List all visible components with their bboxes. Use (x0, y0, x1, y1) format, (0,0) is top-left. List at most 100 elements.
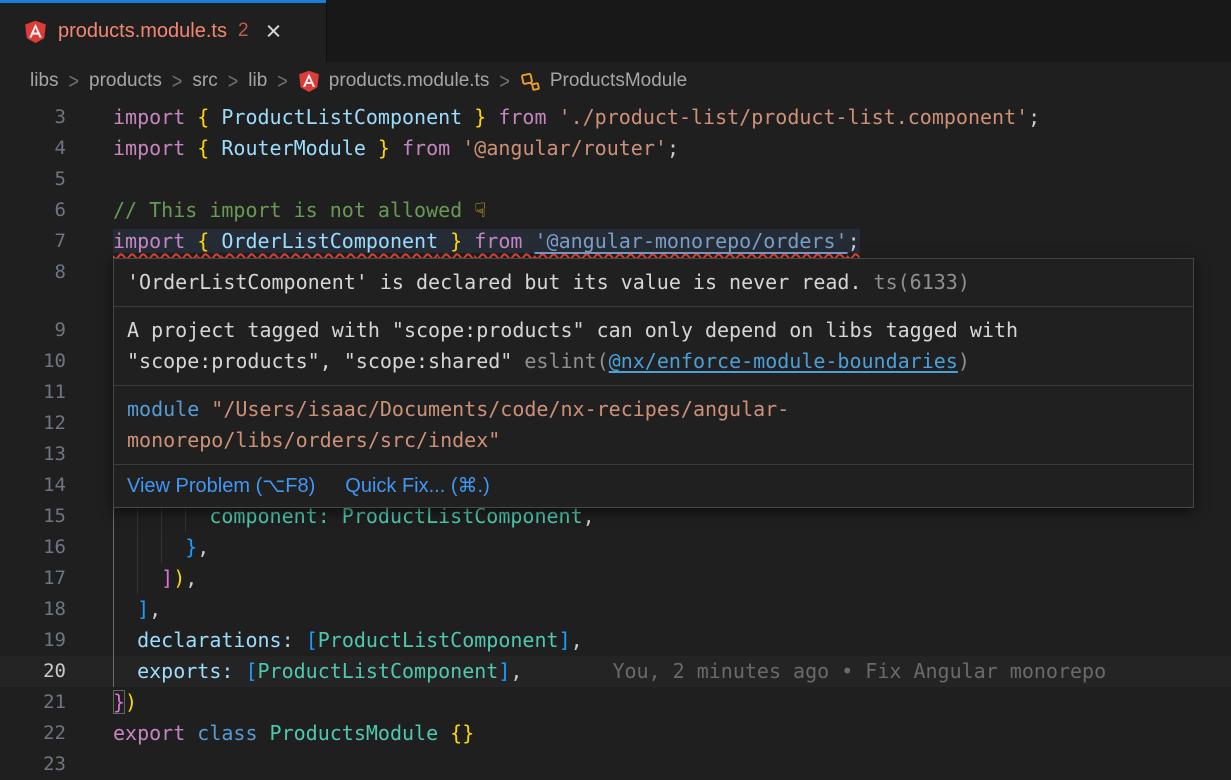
code-token: ) (173, 566, 185, 590)
code-token: OrderListComponent (221, 229, 438, 253)
breadcrumb-item-libs[interactable]: libs (30, 70, 59, 92)
line-number[interactable]: 13 (0, 439, 104, 470)
code-token: exports: (137, 659, 233, 683)
breadcrumb-item-label: products (89, 70, 162, 92)
quick-fix-link[interactable]: Quick Fix... (⌘.) (345, 471, 489, 501)
vscode-window: products.module.ts 2 × libs > products > src… (0, 0, 1231, 780)
breadcrumb: libs>products>src>lib>products.module.ts… (0, 62, 1231, 100)
line-content[interactable] (104, 164, 1231, 195)
breadcrumb-item-label: libs (30, 70, 59, 92)
active-indent-guide (113, 594, 114, 625)
line-content[interactable]: import { ProductListComponent } from './… (104, 102, 1231, 133)
line-number[interactable]: 7 (0, 226, 104, 257)
breadcrumb-item-products-module-ts[interactable]: products.module.ts (298, 70, 490, 92)
code-token: , (149, 597, 161, 621)
code-token: '@angular/router' (462, 136, 667, 160)
line-number[interactable]: 3 (0, 102, 104, 133)
code-token: ; (667, 136, 679, 160)
breadcrumb-item-src[interactable]: src (192, 70, 217, 92)
line-number[interactable]: 10 (0, 346, 104, 377)
breadcrumb-item-lib[interactable]: lib (248, 70, 267, 92)
line-number[interactable]: 9 (0, 315, 104, 346)
indent-guide (137, 563, 138, 594)
code-line-20: 20 exports: [ProductListComponent],You, … (0, 656, 1231, 687)
active-indent-guide (113, 625, 114, 656)
line-content[interactable]: ]), (104, 563, 1231, 594)
line-number[interactable]: 22 (0, 718, 104, 749)
breadcrumb-separator-icon: > (228, 68, 239, 94)
line-content[interactable]: }) (104, 687, 1231, 718)
line-content[interactable]: import { OrderListComponent } from '@ang… (104, 226, 1231, 257)
indent-guide (161, 532, 162, 563)
code-token: ProductListComponent (318, 628, 559, 652)
code-token: RouterModule (221, 136, 366, 160)
tab-bar: products.module.ts 2 × (0, 0, 1231, 62)
code-token: [ (245, 659, 257, 683)
hover-popup: 'OrderListComponent' is declared but its… (113, 258, 1194, 508)
line-number[interactable]: 16 (0, 532, 104, 563)
code-token: from (474, 229, 534, 253)
code-token: , (185, 566, 197, 590)
line-content[interactable]: export class ProductsModule {} (104, 718, 1231, 749)
hover-text-line: "scope:products", "scope:shared" eslint(… (127, 346, 1180, 377)
code-line-6: 6// This import is not allowed ☟ (0, 195, 1231, 226)
line-content[interactable]: declarations: [ProductListComponent], (104, 625, 1231, 656)
line-number[interactable]: 8 (0, 257, 104, 288)
line-content[interactable] (104, 749, 1231, 780)
hover-text: monorepo/libs/orders/src/index" (127, 428, 500, 452)
breadcrumb-item-products[interactable]: products (89, 70, 162, 92)
line-number[interactable]: 18 (0, 594, 104, 625)
breadcrumb-separator-icon: > (499, 68, 510, 94)
line-number[interactable]: 12 (0, 408, 104, 439)
line-number[interactable]: 17 (0, 563, 104, 594)
active-indent-guide (113, 656, 114, 687)
eslint-rule-link[interactable]: @nx/enforce-module-boundaries (609, 349, 958, 373)
hover-text: eslint( (524, 349, 608, 373)
code-token (233, 659, 245, 683)
close-icon[interactable]: × (266, 18, 282, 45)
hover-actions: View Problem (⌥F8) Quick Fix... (⌘.) (114, 465, 1193, 507)
code-token (113, 597, 137, 621)
line-content[interactable]: // This import is not allowed ☟ (104, 195, 1231, 226)
code-token: import (113, 136, 197, 160)
code-token: class (197, 721, 269, 745)
line-number[interactable]: 14 (0, 470, 104, 501)
code-token: { (197, 136, 221, 160)
code-token: ] (137, 597, 149, 621)
code-token (294, 628, 306, 652)
code-line-5: 5 (0, 164, 1231, 195)
line-content[interactable]: }, (104, 532, 1231, 563)
breadcrumb-item-label: products.module.ts (329, 70, 490, 92)
code-token: ProductsModule (270, 721, 451, 745)
breadcrumb-item-label: lib (248, 70, 267, 92)
hover-text-line: module "/Users/isaac/Documents/code/nx-r… (127, 394, 1180, 425)
breadcrumb-separator-icon: > (277, 68, 288, 94)
line-number[interactable]: 4 (0, 133, 104, 164)
line-number[interactable]: 5 (0, 164, 104, 195)
line-number[interactable]: 15 (0, 501, 104, 532)
breadcrumb-item-productsmodule[interactable]: ProductsModule (520, 70, 687, 92)
code-token: from (402, 136, 462, 160)
tab-products-module[interactable]: products.module.ts 2 × (0, 0, 327, 62)
line-number[interactable]: 6 (0, 195, 104, 226)
active-indent-guide (113, 532, 114, 563)
code-token: from (498, 105, 558, 129)
line-number[interactable]: 23 (0, 749, 104, 780)
line-number[interactable]: 21 (0, 687, 104, 718)
hover-message-eslint: A project tagged with "scope:products" c… (114, 307, 1193, 386)
line-content[interactable]: import { RouterModule } from '@angular/r… (104, 133, 1231, 164)
code-token (113, 628, 137, 652)
view-problem-link[interactable]: View Problem (⌥F8) (127, 471, 315, 501)
line-number[interactable]: 19 (0, 625, 104, 656)
line-content[interactable]: exports: [ProductListComponent],You, 2 m… (104, 656, 1231, 687)
line-number[interactable]: 11 (0, 377, 104, 408)
code-token: ; (848, 229, 860, 253)
hover-text: ) (958, 349, 970, 373)
code-token: [ (306, 628, 318, 652)
code-line-4: 4import { RouterModule } from '@angular/… (0, 133, 1231, 164)
line-number[interactable]: 20 (0, 656, 104, 687)
hover-text: ts(6133) (862, 270, 970, 294)
code-line-18: 18 ], (0, 594, 1231, 625)
code-token: {} (450, 721, 474, 745)
line-content[interactable]: ], (104, 594, 1231, 625)
